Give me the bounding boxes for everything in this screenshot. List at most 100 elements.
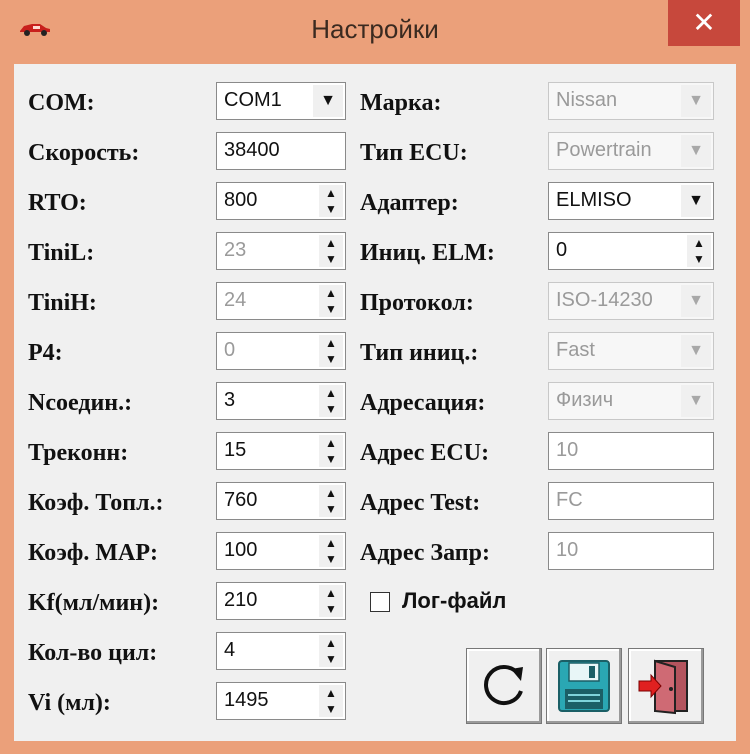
- adapter-label: Адаптер:: [360, 190, 459, 216]
- request-address-input[interactable]: 10: [548, 532, 714, 570]
- map-coef-value: 100: [224, 539, 258, 561]
- window-title: Настройки: [311, 14, 439, 44]
- settings-window: Настройки ✕ COM: Скорость: RTO: TiniL: T…: [0, 0, 750, 754]
- title-bar[interactable]: Настройки ✕: [0, 0, 750, 60]
- addressing-label: Адресация:: [360, 390, 486, 416]
- speed-label: Скорость:: [28, 140, 140, 166]
- init-type-select[interactable]: Fast ▼: [548, 332, 714, 370]
- ecu-address-input[interactable]: 10: [548, 432, 714, 470]
- protocol-select[interactable]: ISO-14230 ▼: [548, 282, 714, 320]
- vi-label: Vi (мл):: [28, 690, 111, 716]
- init-type-label: Тип иниц.:: [360, 340, 479, 366]
- request-address-value: 10: [556, 539, 579, 561]
- tinih-label: TiniH:: [28, 290, 97, 316]
- spin-arrows-icon[interactable]: ▲ ▼: [687, 235, 711, 267]
- addressing-select[interactable]: Физич ▼: [548, 382, 714, 420]
- adapter-select[interactable]: ELMISO ▼: [548, 182, 714, 220]
- spin-arrows-icon[interactable]: ▲ ▼: [319, 535, 343, 567]
- map-coef-spinner[interactable]: 100 ▲ ▼: [216, 532, 346, 570]
- treconn-label: Треконн:: [28, 440, 129, 466]
- log-file-checkbox[interactable]: [370, 592, 390, 612]
- map-coef-label: Коэф. MAP:: [28, 540, 158, 566]
- fuel-coef-value: 760: [224, 489, 258, 511]
- spin-arrows-icon[interactable]: ▲ ▼: [319, 635, 343, 667]
- spin-arrows-icon[interactable]: ▲ ▼: [319, 685, 343, 717]
- speed-input[interactable]: 38400: [216, 132, 346, 170]
- com-select-value: COM1: [224, 89, 282, 111]
- chevron-down-icon[interactable]: ▼: [681, 285, 711, 317]
- ecu-type-label: Тип ECU:: [360, 140, 468, 166]
- spin-arrows-icon[interactable]: ▲ ▼: [319, 585, 343, 617]
- log-file-label[interactable]: Лог-файл: [402, 588, 506, 614]
- close-button[interactable]: ✕: [668, 0, 740, 46]
- exit-door-icon: [638, 659, 688, 715]
- vi-spinner[interactable]: 1495 ▲ ▼: [216, 682, 346, 720]
- kf-label: Kf(мл/мин):: [28, 590, 160, 616]
- chevron-down-icon[interactable]: ▼: [313, 85, 343, 117]
- adapter-value: ELMISO: [556, 189, 632, 211]
- rto-label: RTO:: [28, 190, 87, 216]
- tinil-label: TiniL:: [28, 240, 95, 266]
- brand-value: Nissan: [556, 89, 618, 111]
- init-type-value: Fast: [556, 339, 595, 361]
- elm-init-value: 0: [556, 239, 568, 261]
- cylinders-spinner[interactable]: 4 ▲ ▼: [216, 632, 346, 670]
- com-label: COM:: [28, 90, 95, 116]
- spin-arrows-icon[interactable]: ▲ ▼: [319, 435, 343, 467]
- chevron-down-icon[interactable]: ▼: [681, 385, 711, 417]
- chevron-down-icon[interactable]: ▼: [681, 335, 711, 367]
- ecu-address-value: 10: [556, 439, 579, 461]
- refresh-button[interactable]: [466, 648, 542, 724]
- brand-label: Марка:: [360, 90, 442, 116]
- tinil-value: 23: [224, 239, 247, 261]
- vi-value: 1495: [224, 689, 269, 711]
- fuel-coef-spinner[interactable]: 760 ▲ ▼: [216, 482, 346, 520]
- protocol-label: Протокол:: [360, 290, 474, 316]
- spin-arrows-icon[interactable]: ▲ ▼: [319, 185, 343, 217]
- rto-spinner[interactable]: 800 ▲ ▼: [216, 182, 346, 220]
- cylinders-label: Кол-во цил:: [28, 640, 158, 666]
- nconn-spinner[interactable]: 3 ▲ ▼: [216, 382, 346, 420]
- rto-value: 800: [224, 189, 258, 211]
- spin-arrows-icon[interactable]: ▲ ▼: [319, 285, 343, 317]
- nconn-value: 3: [224, 389, 236, 411]
- refresh-icon: [484, 665, 523, 705]
- chevron-down-icon[interactable]: ▼: [681, 135, 711, 167]
- save-button[interactable]: [546, 648, 622, 724]
- p4-label: P4:: [28, 340, 63, 366]
- spin-arrows-icon[interactable]: ▲ ▼: [319, 385, 343, 417]
- cylinders-value: 4: [224, 639, 236, 661]
- chevron-down-icon[interactable]: ▼: [681, 85, 711, 117]
- p4-value: 0: [224, 339, 236, 361]
- floppy-disk-icon: [558, 660, 610, 712]
- elm-init-label: Иниц. ELM:: [360, 240, 495, 266]
- treconn-spinner[interactable]: 15 ▲ ▼: [216, 432, 346, 470]
- spin-arrows-icon[interactable]: ▲ ▼: [319, 335, 343, 367]
- ecu-type-select[interactable]: Powertrain ▼: [548, 132, 714, 170]
- test-address-input[interactable]: FC: [548, 482, 714, 520]
- kf-value: 210: [224, 589, 258, 611]
- brand-select[interactable]: Nissan ▼: [548, 82, 714, 120]
- treconn-value: 15: [224, 439, 247, 461]
- nconn-label: Nсоедин.:: [28, 390, 133, 416]
- kf-spinner[interactable]: 210 ▲ ▼: [216, 582, 346, 620]
- tinil-spinner[interactable]: 23 ▲ ▼: [216, 232, 346, 270]
- ecu-type-value: Powertrain: [556, 139, 652, 161]
- request-address-label: Адрес Запр:: [360, 540, 490, 566]
- tinih-value: 24: [224, 289, 247, 311]
- speed-value: 38400: [224, 139, 280, 161]
- p4-spinner[interactable]: 0 ▲ ▼: [216, 332, 346, 370]
- ecu-address-label: Адрес ECU:: [360, 440, 490, 466]
- tinih-spinner[interactable]: 24 ▲ ▼: [216, 282, 346, 320]
- exit-button[interactable]: [628, 648, 704, 724]
- chevron-down-icon[interactable]: ▼: [681, 185, 711, 217]
- elm-init-spinner[interactable]: 0 ▲ ▼: [548, 232, 714, 270]
- addressing-value: Физич: [556, 389, 614, 411]
- spin-arrows-icon[interactable]: ▲ ▼: [319, 235, 343, 267]
- settings-panel: COM: Скорость: RTO: TiniL: TiniH: P4: Nс…: [14, 64, 736, 741]
- test-address-value: FC: [556, 489, 583, 511]
- test-address-label: Адрес Test:: [360, 490, 481, 516]
- protocol-value: ISO-14230: [556, 289, 653, 311]
- spin-arrows-icon[interactable]: ▲ ▼: [319, 485, 343, 517]
- com-select[interactable]: COM1 ▼: [216, 82, 346, 120]
